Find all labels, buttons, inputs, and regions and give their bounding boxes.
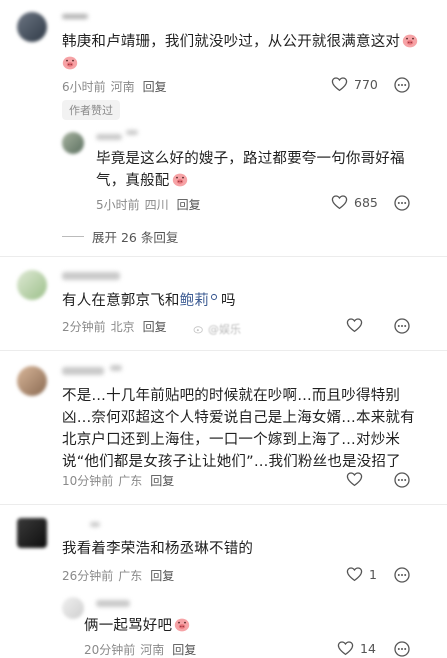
comment-body: 不是…十几年前贴吧的时候就在吵啊…而且吵得特别凶…奈何邓超这个人特爱说自己是上海… (62, 388, 415, 470)
like-count: 770 (354, 76, 378, 92)
watermark-text: @娱乐 (208, 323, 241, 336)
author-liked-badge: 作者赞过 (62, 100, 120, 120)
comment-time: 26分钟前 (62, 569, 114, 583)
mention-label: 鲍莉 (179, 293, 210, 309)
like-button[interactable]: 14 (337, 640, 376, 656)
comment-time: 10分钟前 (62, 474, 114, 488)
avatar[interactable] (17, 518, 47, 548)
username-blurred[interactable] (62, 367, 104, 375)
comment-text: 俩一起骂好吧 (84, 615, 404, 637)
reply-button[interactable]: 回复 (177, 198, 201, 212)
comment-text: 不是…十几年前贴吧的时候就在吵啊…而且吵得特别凶…奈何邓超这个人特爱说自己是上海… (62, 385, 420, 473)
expand-replies-label: 展开 26 条回复 (92, 230, 179, 245)
username-blurred[interactable] (62, 272, 120, 280)
like-count: 685 (354, 194, 378, 210)
pig-face-emoji-icon (175, 618, 190, 632)
comment-meta: 2分钟前 北京 回复 (62, 318, 167, 335)
pig-face-emoji-icon (62, 56, 78, 70)
comment-body: 我看着李荣浩和杨丞琳不错的 (62, 541, 254, 557)
reply-button[interactable]: 回复 (172, 643, 196, 657)
more-dots-circle-icon[interactable] (394, 77, 410, 93)
comment-location: 广东 (118, 569, 143, 583)
like-count: 1 (369, 566, 377, 582)
comment-time: 20分钟前 (84, 643, 136, 657)
comment-location: 四川 (144, 198, 169, 212)
more-dots-circle-icon[interactable] (394, 318, 410, 334)
username-blurred (110, 365, 122, 371)
comment-location: 河南 (110, 80, 135, 94)
username-blurred[interactable] (96, 600, 130, 607)
watermark: @娱乐 (193, 321, 241, 337)
comment-body: 毕竟是这么好的嫂子，路过都要夸一句你哥好福气，真般配 (96, 151, 405, 189)
mention-link[interactable]: 鲍莉 (180, 293, 218, 309)
comment-location: 广东 (118, 474, 143, 488)
comment-time: 5小时前 (96, 198, 140, 212)
divider (0, 504, 447, 505)
username-blurred[interactable] (96, 134, 122, 140)
comment-location: 北京 (110, 320, 135, 334)
more-dots-circle-icon[interactable] (394, 472, 410, 488)
username-blurred[interactable] (62, 14, 88, 19)
reply-button[interactable]: 回复 (150, 474, 174, 488)
reply-button[interactable]: 回复 (150, 569, 174, 583)
divider (0, 256, 447, 257)
username-blurred (126, 130, 138, 135)
comment-text: 毕竟是这么好的嫂子，路过都要夸一句你哥好福气，真般配 (96, 148, 414, 192)
comment-time: 2分钟前 (62, 320, 106, 334)
heart-outline-icon (346, 567, 363, 582)
divider (0, 350, 447, 351)
like-button[interactable] (346, 471, 369, 487)
heart-outline-icon (331, 195, 348, 210)
comment-meta: 5小时前 四川 回复 (96, 196, 201, 213)
more-dots-circle-icon[interactable] (394, 641, 410, 657)
avatar[interactable] (62, 597, 84, 619)
comment-meta: 6小时前 河南 回复 (62, 78, 167, 95)
comment-body-before: 有人在意郭京飞和 (62, 293, 180, 309)
more-dots-circle-icon[interactable] (394, 567, 410, 583)
expand-line (62, 236, 84, 237)
comment-meta: 20分钟前 河南 回复 (84, 641, 196, 658)
username-blurred[interactable] (90, 522, 100, 527)
comment-body-after: 吗 (221, 293, 236, 309)
comment-meta: 10分钟前 广东 回复 (62, 472, 174, 489)
more-dots-circle-icon[interactable] (394, 195, 410, 211)
mention-tag-icon (210, 293, 218, 301)
expand-replies-button[interactable]: 展开 26 条回复 (62, 227, 178, 246)
like-count: 14 (360, 640, 376, 656)
comment-body: 韩庚和卢靖珊，我们就没吵过，从公开就很满意这对 (62, 34, 401, 50)
weibo-logo-icon (193, 326, 203, 334)
like-button[interactable]: 770 (331, 76, 378, 92)
comment-text: 我看着李荣浩和杨丞琳不错的 (62, 538, 420, 560)
pig-face-emoji-icon (402, 34, 418, 48)
like-button[interactable] (346, 317, 369, 333)
comment-text: 韩庚和卢靖珊，我们就没吵过，从公开就很满意这对 (62, 31, 427, 75)
comment-meta: 26分钟前 广东 回复 (62, 567, 174, 584)
pig-face-emoji-icon (172, 173, 187, 187)
comment-time: 6小时前 (62, 80, 106, 94)
heart-outline-icon (337, 641, 354, 656)
heart-outline-icon (331, 77, 348, 92)
comment-location: 河南 (140, 643, 165, 657)
like-button[interactable]: 685 (331, 194, 378, 210)
heart-outline-icon (346, 318, 363, 333)
avatar[interactable] (17, 366, 47, 396)
avatar[interactable] (17, 12, 47, 42)
comment-body: 俩一起骂好吧 (84, 618, 173, 634)
reply-button[interactable]: 回复 (143, 320, 167, 334)
like-button[interactable]: 1 (346, 566, 377, 582)
avatar[interactable] (17, 270, 47, 300)
reply-button[interactable]: 回复 (143, 80, 167, 94)
comment-text: 有人在意郭京飞和鲍莉吗 (62, 290, 422, 312)
avatar[interactable] (62, 132, 84, 154)
heart-outline-icon (346, 472, 363, 487)
